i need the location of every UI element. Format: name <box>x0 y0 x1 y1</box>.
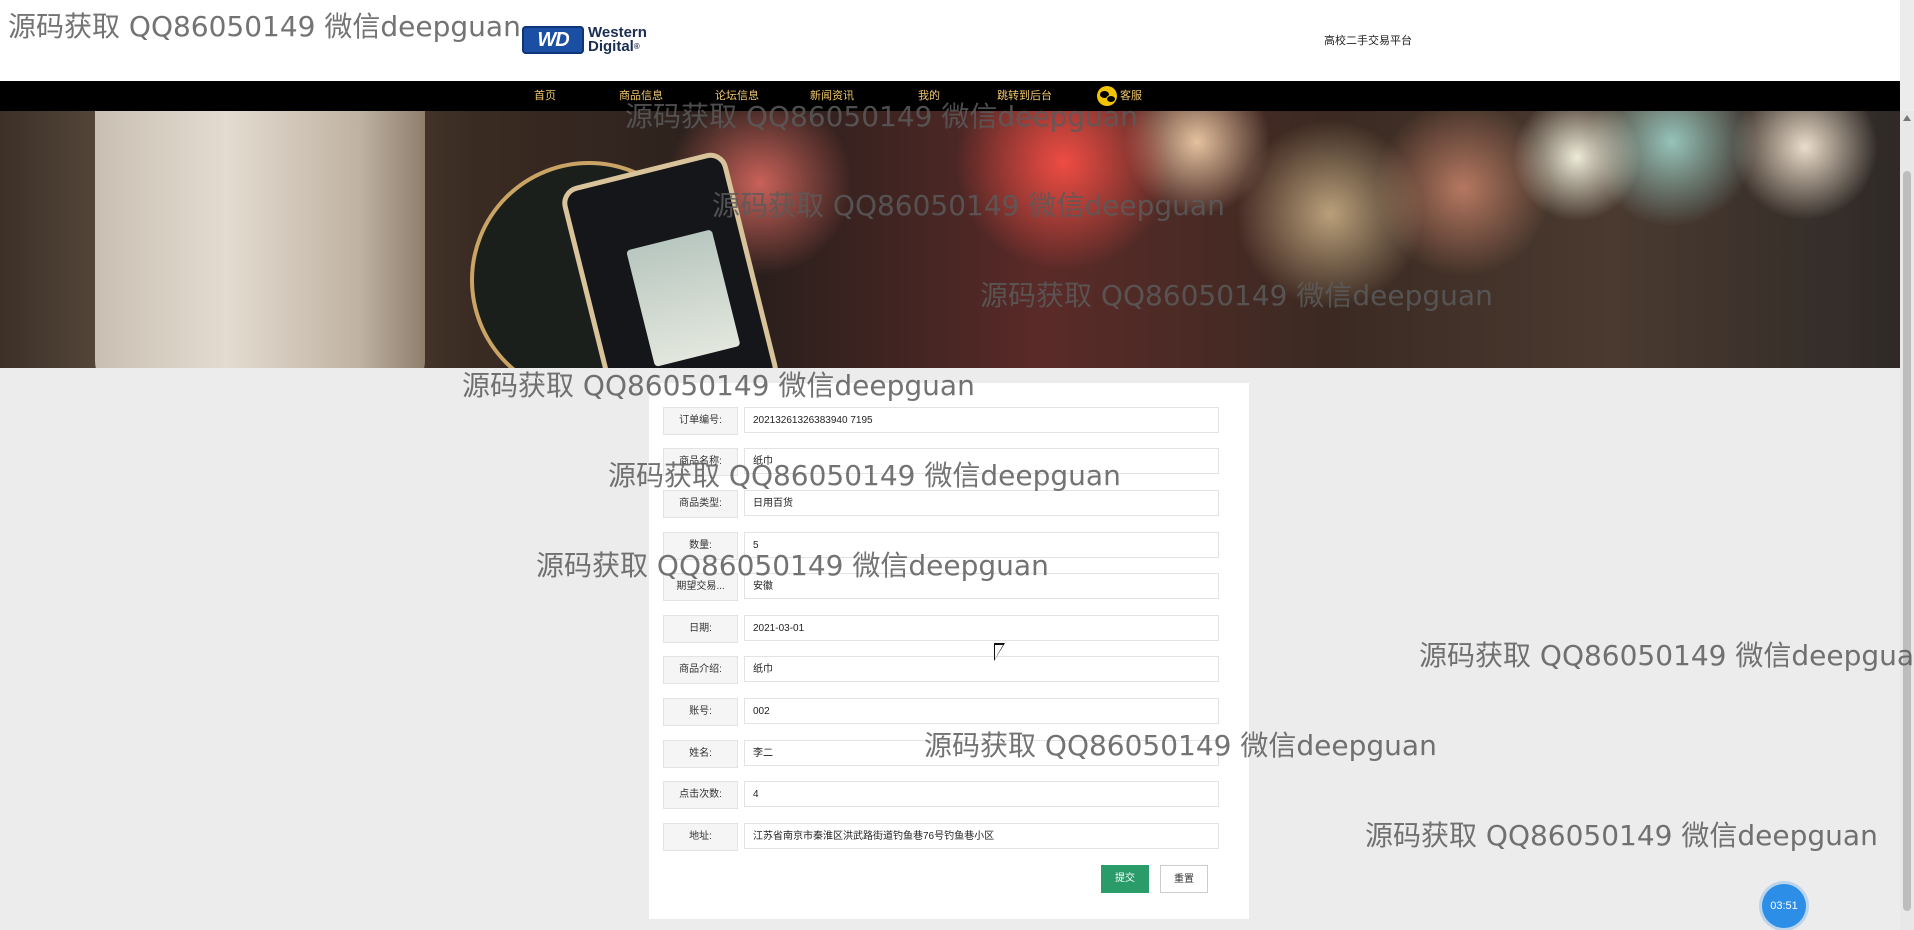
nav-admin[interactable]: 跳转到后台 <box>997 81 1052 111</box>
brand-logo[interactable]: WD Western Digital® <box>522 24 664 56</box>
date-field[interactable]: 2021-03-01 <box>744 615 1219 641</box>
field-label: 姓名: <box>663 740 738 768</box>
mouse-cursor-fill <box>995 645 1003 659</box>
logo-badge: WD <box>522 26 584 54</box>
wechat-icon <box>1097 86 1117 107</box>
field-label: 商品名称: <box>663 448 738 476</box>
form-row-click-count: 点击次数: 4 <box>663 781 1233 809</box>
field-label: 点击次数: <box>663 781 738 809</box>
logo-text: Western Digital® <box>588 25 647 55</box>
timer-badge[interactable]: 03:51 <box>1762 884 1806 928</box>
logo-line-2: Digital® <box>588 38 640 55</box>
nav-customer-service-label: 客服 <box>1120 90 1142 102</box>
product-type-field[interactable]: 日用百货 <box>744 490 1219 516</box>
nav-home[interactable]: 首页 <box>534 81 556 111</box>
hero-banner <box>0 111 1900 368</box>
form-row-description: 商品介绍: 纸巾 <box>663 656 1233 684</box>
page-scrollbar[interactable] <box>1900 111 1914 930</box>
nav-mine[interactable]: 我的 <box>918 81 940 111</box>
nav-products[interactable]: 商品信息 <box>619 81 663 111</box>
scrollbar-thumb[interactable] <box>1903 171 1911 911</box>
nav-customer-service[interactable]: 客服 <box>1097 81 1142 111</box>
field-label: 地址: <box>663 823 738 851</box>
product-name-field[interactable]: 纸巾 <box>744 448 1219 474</box>
field-label: 商品介绍: <box>663 656 738 684</box>
form-row-order-number: 订单编号: 20213261326383940 7195 <box>663 407 1233 435</box>
description-field[interactable]: 纸巾 <box>744 656 1219 682</box>
field-label: 商品类型: <box>663 490 738 518</box>
form-row-address: 地址: 江苏省南京市秦淮区洪武路街道钓鱼巷76号钓鱼巷小区 <box>663 823 1233 851</box>
account-field[interactable]: 002 <box>744 698 1219 724</box>
address-field[interactable]: 江苏省南京市秦淮区洪武路街道钓鱼巷76号钓鱼巷小区 <box>744 823 1219 849</box>
field-label: 日期: <box>663 615 738 643</box>
submit-button[interactable]: 提交 <box>1101 865 1149 893</box>
quantity-field[interactable]: 5 <box>744 532 1219 558</box>
form-row-account: 账号: 002 <box>663 698 1233 726</box>
field-label: 订单编号: <box>663 407 738 435</box>
order-number-field[interactable]: 20213261326383940 7195 <box>744 407 1219 433</box>
form-row-trade-location: 期望交易... 安徽 <box>663 573 1233 601</box>
reset-button[interactable]: 重置 <box>1160 865 1208 893</box>
form-row-date: 日期: 2021-03-01 <box>663 615 1233 643</box>
site-header: WD Western Digital® 高校二手交易平台 <box>0 0 1900 81</box>
watermark: 源码获取 QQ86050149 微信deepguan <box>1419 639 1914 672</box>
main-navbar: 首页 商品信息 论坛信息 新闻资讯 我的 跳转到后台 客服 <box>0 81 1900 111</box>
name-field[interactable]: 李二 <box>744 740 1219 766</box>
form-row-name: 姓名: 李二 <box>663 740 1233 768</box>
field-label: 期望交易... <box>663 573 738 601</box>
coffee-cup-image <box>95 111 425 368</box>
watermark: 源码获取 QQ86050149 微信deepguan <box>1365 819 1878 852</box>
form-row-product-name: 商品名称: 纸巾 <box>663 448 1233 476</box>
registered-mark: ® <box>633 42 640 51</box>
phone-screen <box>626 229 741 367</box>
field-label: 数量: <box>663 532 738 560</box>
form-row-product-type: 商品类型: 日用百货 <box>663 490 1233 518</box>
field-label: 账号: <box>663 698 738 726</box>
trade-location-field[interactable]: 安徽 <box>744 573 1219 599</box>
site-title: 高校二手交易平台 <box>1324 35 1412 47</box>
scroll-up-icon[interactable] <box>1903 115 1911 121</box>
form-row-quantity: 数量: 5 <box>663 532 1233 560</box>
nav-forum[interactable]: 论坛信息 <box>715 81 759 111</box>
order-form: 订单编号: 20213261326383940 7195 商品名称: 纸巾 商品… <box>649 383 1249 919</box>
click-count-field[interactable]: 4 <box>744 781 1219 807</box>
nav-news[interactable]: 新闻资讯 <box>810 81 854 111</box>
